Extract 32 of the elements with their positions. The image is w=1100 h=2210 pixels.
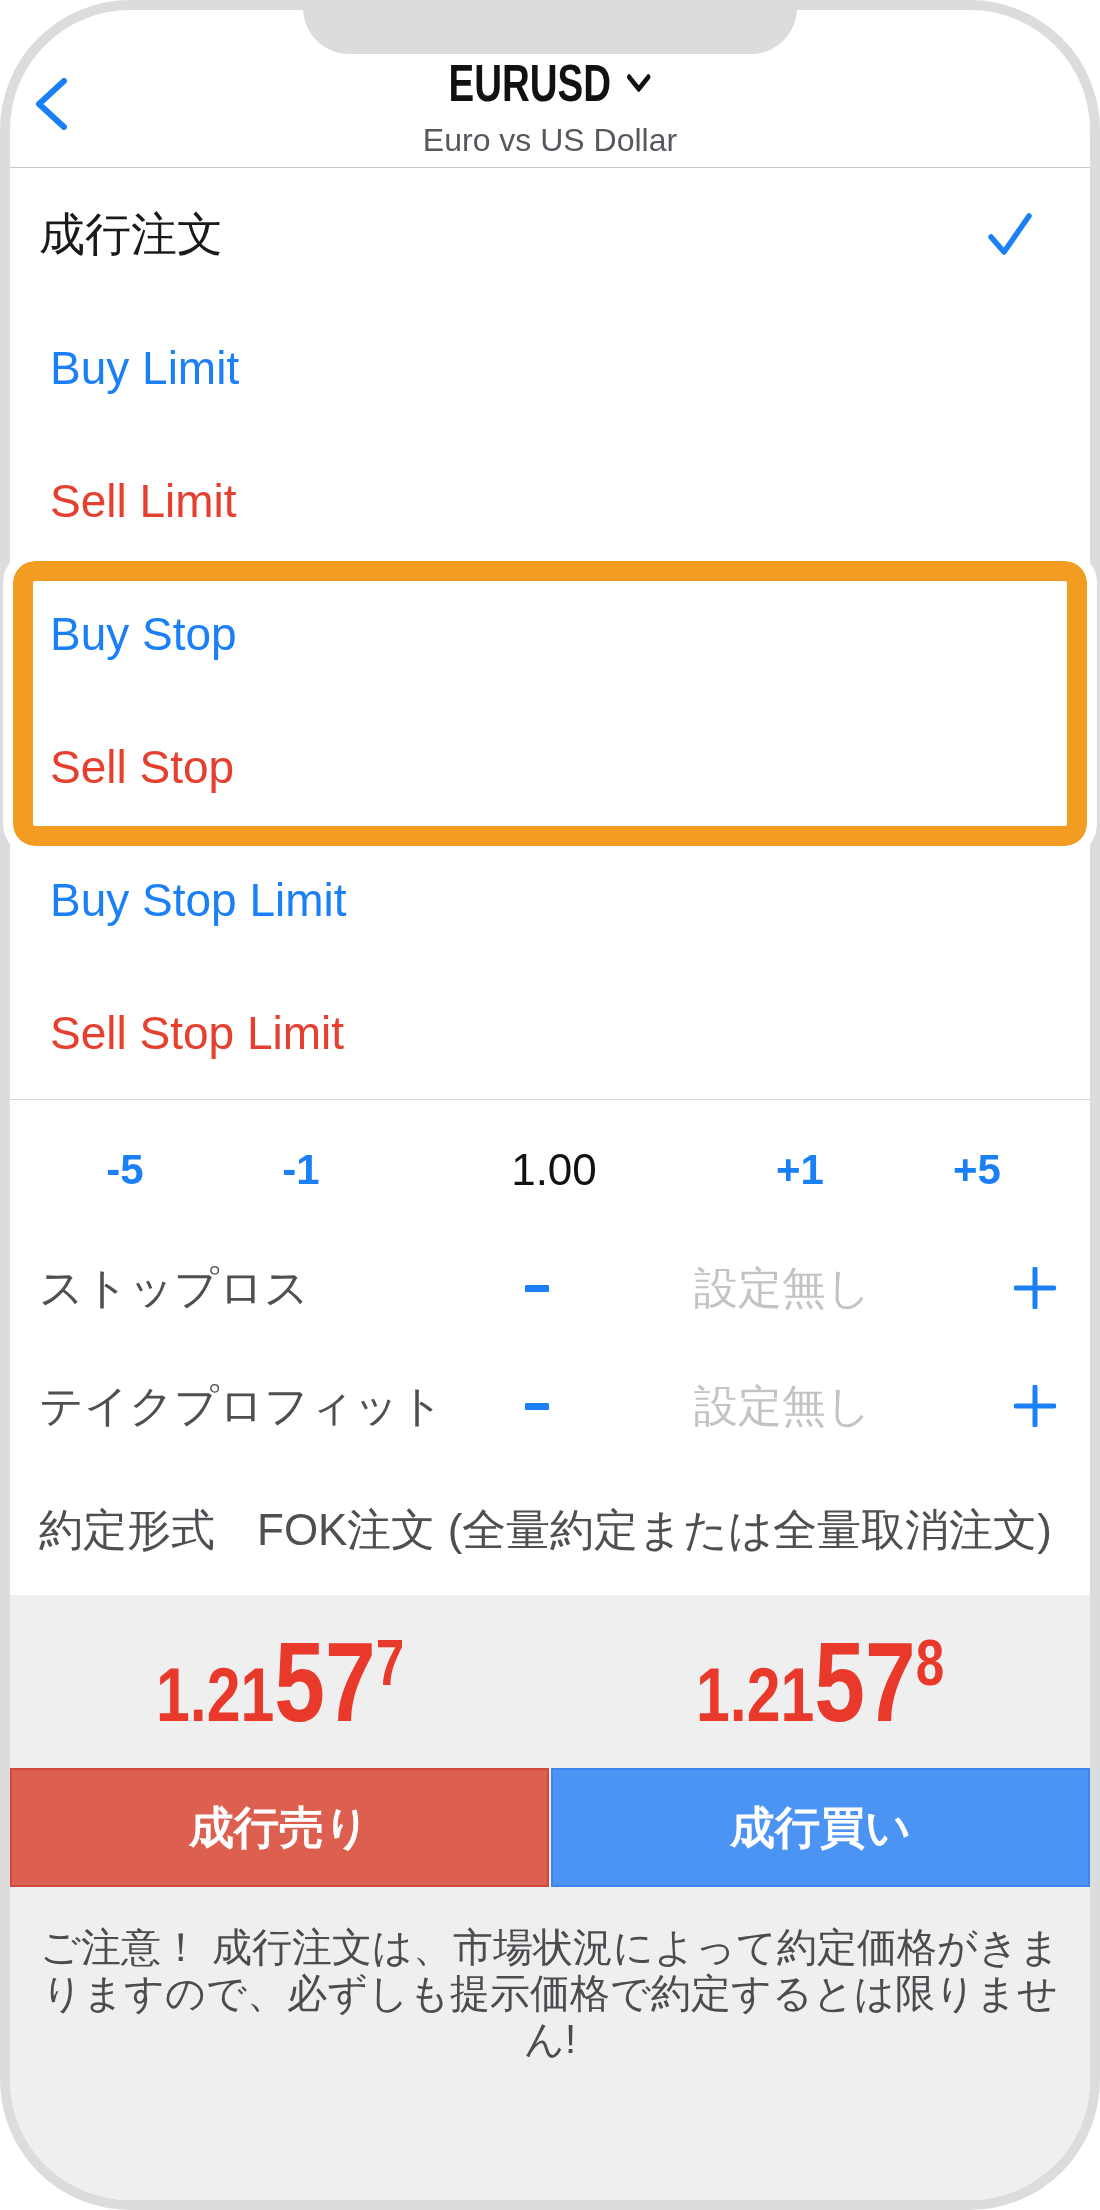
fill-policy-value[interactable]: FOK注文 (全量約定または全量取消注文) [257,1500,1052,1560]
check-icon [988,213,1032,256]
plus-icon[interactable] [1014,1267,1056,1309]
volume-step-button[interactable]: +1 [776,1146,824,1194]
symbol-description: Euro vs US Dollar [422,121,678,160]
order-type-option[interactable]: Buy Stop Limit [10,833,1090,966]
quote-price: 1.2157$^{8}$ [695,1625,945,1739]
volume-step-button[interactable]: -5 [106,1146,144,1194]
price-field[interactable]: 設定無し [667,1378,897,1434]
symbol-selector[interactable]: EURUSD [448,55,652,111]
minus-icon[interactable] [525,1402,549,1410]
chevron-down-icon [626,73,652,93]
notice-text: ご注意！ 成行注文は、市場状況によって約定価格がきまりますので、必ずしも提示価格で約定するとは限りません! [38,1924,1062,2062]
back-icon[interactable] [34,77,68,131]
field-label: ストップロス [39,1261,309,1314]
order-type-option[interactable]: Sell Stop Limit [10,966,1090,1099]
order-type-option[interactable]: Sell Limit [10,434,1090,567]
plus-icon[interactable] [1014,1385,1056,1427]
sell-button[interactable]: 成行売り [10,1768,549,1887]
order-type-option[interactable]: Buy Stop [10,567,1090,700]
volume-step-button[interactable]: +5 [953,1146,1001,1194]
order-type-option[interactable]: Buy Limit [10,301,1090,434]
volume-field[interactable]: 1.00 [511,1145,597,1195]
price-field[interactable]: 設定無し [667,1260,897,1316]
order-type-option[interactable]: Sell Stop [10,700,1090,833]
volume-step-button[interactable]: -1 [282,1146,320,1194]
minus-icon[interactable] [525,1284,549,1292]
order-type-option[interactable]: 成行注文 [10,168,1090,301]
buy-button[interactable]: 成行買い [551,1768,1090,1887]
field-label: テイクプロフィット [39,1379,444,1432]
quote-price: 1.2157$^{7}$ [155,1625,405,1739]
fill-policy-label: 約定形式 [39,1503,215,1556]
